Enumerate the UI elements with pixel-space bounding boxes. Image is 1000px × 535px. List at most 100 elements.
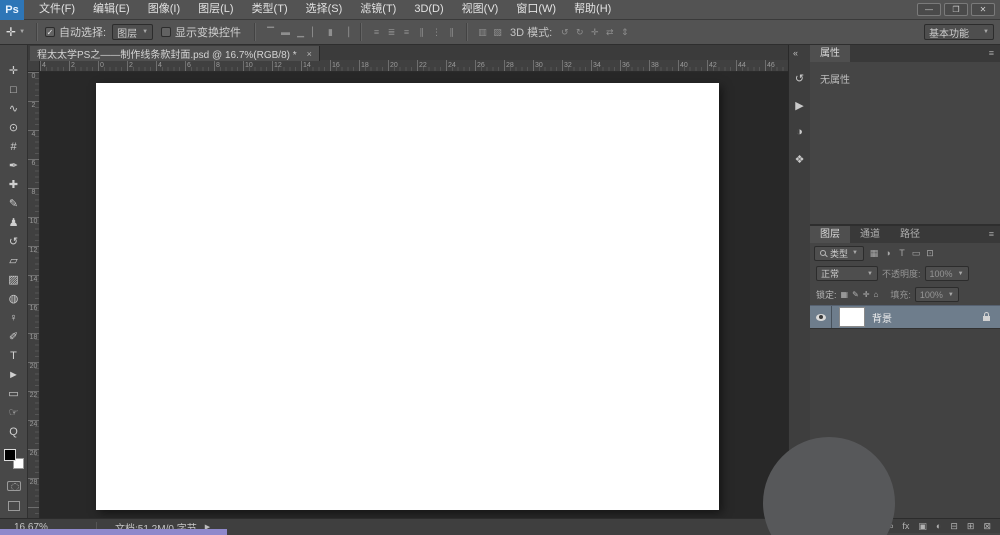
shape-filter-icon[interactable]: ▭	[909, 246, 923, 261]
menu-item[interactable]: 选择(S)	[297, 0, 352, 19]
auto-select-target-dropdown[interactable]: 图层 ▼	[112, 24, 154, 40]
layer-thumbnail[interactable]	[839, 307, 865, 327]
actions-panel-icon[interactable]: ▶	[790, 95, 810, 115]
add-layer-mask-icon[interactable]: ▣	[918, 519, 927, 534]
current-tool-button[interactable]: ✛ ▼	[6, 25, 25, 39]
dodge-tool[interactable]: ♀	[0, 308, 28, 327]
quick-mask-button[interactable]	[6, 481, 21, 491]
distribute-horizontal-centers-icon[interactable]: ⋮	[429, 24, 444, 40]
quick-selection-tool[interactable]: ⊙	[0, 118, 28, 137]
brush-tool[interactable]: ✎	[0, 194, 28, 213]
close-icon[interactable]: ×	[307, 49, 312, 59]
menu-item[interactable]: 滤镜(T)	[351, 0, 405, 19]
crop-tool[interactable]: #	[0, 137, 28, 156]
align-right-edges-icon[interactable]: ▕	[338, 24, 353, 40]
minimize-button[interactable]: —	[917, 3, 941, 16]
distribute-left-edges-icon[interactable]: ∥	[414, 24, 429, 40]
tab-layers[interactable]: 图层	[810, 226, 850, 243]
menu-item[interactable]: 图层(L)	[189, 0, 242, 19]
opacity-dropdown[interactable]: 100% ▼	[924, 266, 969, 281]
type-tool[interactable]: T	[0, 346, 28, 365]
lock-transparency-icon[interactable]: ▦	[841, 290, 849, 299]
close-button[interactable]: ✕	[971, 3, 995, 16]
adjustment-filter-icon[interactable]: ◑	[881, 246, 895, 261]
workspace-switcher-dropdown[interactable]: 基本功能 ▼	[924, 24, 994, 40]
roll-3d-icon[interactable]: ↻	[572, 24, 587, 40]
drag-3d-icon[interactable]: ✛	[587, 24, 602, 40]
lock-pixels-icon[interactable]: ✎	[852, 290, 859, 299]
lasso-tool[interactable]: ∿	[0, 99, 28, 118]
layer-filter-dropdown[interactable]: 类型 ▼	[814, 245, 864, 261]
rotate-3d-icon[interactable]: ↺	[557, 24, 572, 40]
auto-blend-layers-icon[interactable]: ▧	[490, 24, 505, 40]
history-panel-icon[interactable]: ↺	[790, 68, 810, 88]
layer-row[interactable]: 背景	[810, 305, 1000, 329]
new-group-icon[interactable]: ⊟	[950, 519, 958, 534]
distribute-top-edges-icon[interactable]: ≡	[369, 24, 384, 40]
align-vertical-centers-icon[interactable]: ▬	[278, 24, 293, 40]
screen-mode-button[interactable]	[7, 501, 20, 511]
menu-item[interactable]: 视图(V)	[453, 0, 508, 19]
lock-all-icon[interactable]: ⌂	[873, 290, 878, 299]
zoom-tool[interactable]: Q	[0, 422, 28, 441]
tab-channels[interactable]: 通道	[850, 226, 890, 243]
align-bottom-edges-icon[interactable]: ▁	[293, 24, 308, 40]
menu-item[interactable]: 帮助(H)	[565, 0, 620, 19]
foreground-color-swatch[interactable]	[3, 449, 16, 461]
tab-paths[interactable]: 路径	[890, 226, 930, 243]
document-tab[interactable]: 程太太学PS之——制作线条款封面.psd @ 16.7%(RGB/8) * ×	[30, 46, 320, 61]
blur-tool[interactable]: ◍	[0, 289, 28, 308]
lock-position-icon[interactable]: ✛	[863, 290, 870, 299]
adjustments-panel-icon[interactable]: ◑	[790, 122, 810, 142]
align-horizontal-centers-icon[interactable]: ▮	[323, 24, 338, 40]
align-left-edges-icon[interactable]: ▏	[308, 24, 323, 40]
path-selection-tool[interactable]: ►	[0, 365, 28, 384]
rectangle-tool[interactable]: ▭	[0, 384, 28, 403]
scale-3d-icon[interactable]: ⇕	[617, 24, 632, 40]
panel-menu-icon[interactable]: ≡	[983, 45, 1000, 62]
history-brush-tool[interactable]: ↺	[0, 232, 28, 251]
distribute-bottom-edges-icon[interactable]: ≡	[399, 24, 414, 40]
adjustment-layer-icon[interactable]: ◐	[936, 519, 941, 534]
blend-mode-dropdown[interactable]: 正常 ▼	[816, 266, 878, 281]
show-transform-checkbox[interactable]: 显示变换控件	[161, 24, 241, 40]
align-top-edges-icon[interactable]: ▔	[263, 24, 278, 40]
auto-select-checkbox[interactable]: ✓ 自动选择:	[45, 24, 106, 40]
layer-visibility-toggle[interactable]	[810, 306, 832, 328]
slide-3d-icon[interactable]: ⇄	[602, 24, 617, 40]
delete-layer-icon[interactable]: ⊠	[983, 519, 991, 534]
type-filter-icon[interactable]: T	[895, 246, 909, 261]
hand-tool[interactable]: ☞	[0, 403, 28, 422]
smart-object-filter-icon[interactable]: ⊡	[923, 246, 937, 261]
document-canvas[interactable]	[96, 83, 719, 510]
color-swatches[interactable]	[3, 449, 24, 469]
rectangular-marquee-tool[interactable]: □	[0, 80, 28, 99]
auto-align-layers-icon[interactable]: ▥	[475, 24, 490, 40]
eyedropper-tool[interactable]: ✒	[0, 156, 28, 175]
pen-tool[interactable]: ✐	[0, 327, 28, 346]
healing-brush-tool[interactable]: ✚	[0, 175, 28, 194]
layer-style-icon[interactable]: fx	[902, 519, 909, 534]
menu-item[interactable]: 编辑(E)	[84, 0, 139, 19]
restore-button[interactable]: ❐	[944, 3, 968, 16]
expand-panels-icon[interactable]: «	[789, 45, 798, 61]
panel-menu-icon[interactable]: ≡	[983, 226, 1000, 243]
menu-item[interactable]: 图像(I)	[139, 0, 189, 19]
menu-item[interactable]: 3D(D)	[405, 0, 452, 19]
eraser-tool[interactable]: ▱	[0, 251, 28, 270]
new-layer-icon[interactable]: ⊞	[967, 519, 975, 534]
distribute-vertical-centers-icon[interactable]: ≣	[384, 24, 399, 40]
gradient-tool[interactable]: ▨	[0, 270, 28, 289]
clone-stamp-tool[interactable]: ♟	[0, 213, 28, 232]
tab-properties[interactable]: 属性	[810, 45, 850, 62]
styles-panel-icon[interactable]: ❖	[790, 149, 810, 169]
distribute-right-edges-icon[interactable]: ∥	[444, 24, 459, 40]
menu-item[interactable]: 文件(F)	[30, 0, 84, 19]
menu-item[interactable]: 窗口(W)	[507, 0, 565, 19]
fill-dropdown[interactable]: 100% ▼	[914, 287, 959, 302]
menu-item[interactable]: 类型(T)	[243, 0, 297, 19]
ruler-number: 38	[651, 62, 659, 69]
move-tool[interactable]: ✛	[0, 61, 28, 80]
pixel-filter-icon[interactable]: ▦	[867, 246, 881, 261]
ruler-number: 4	[42, 62, 46, 69]
